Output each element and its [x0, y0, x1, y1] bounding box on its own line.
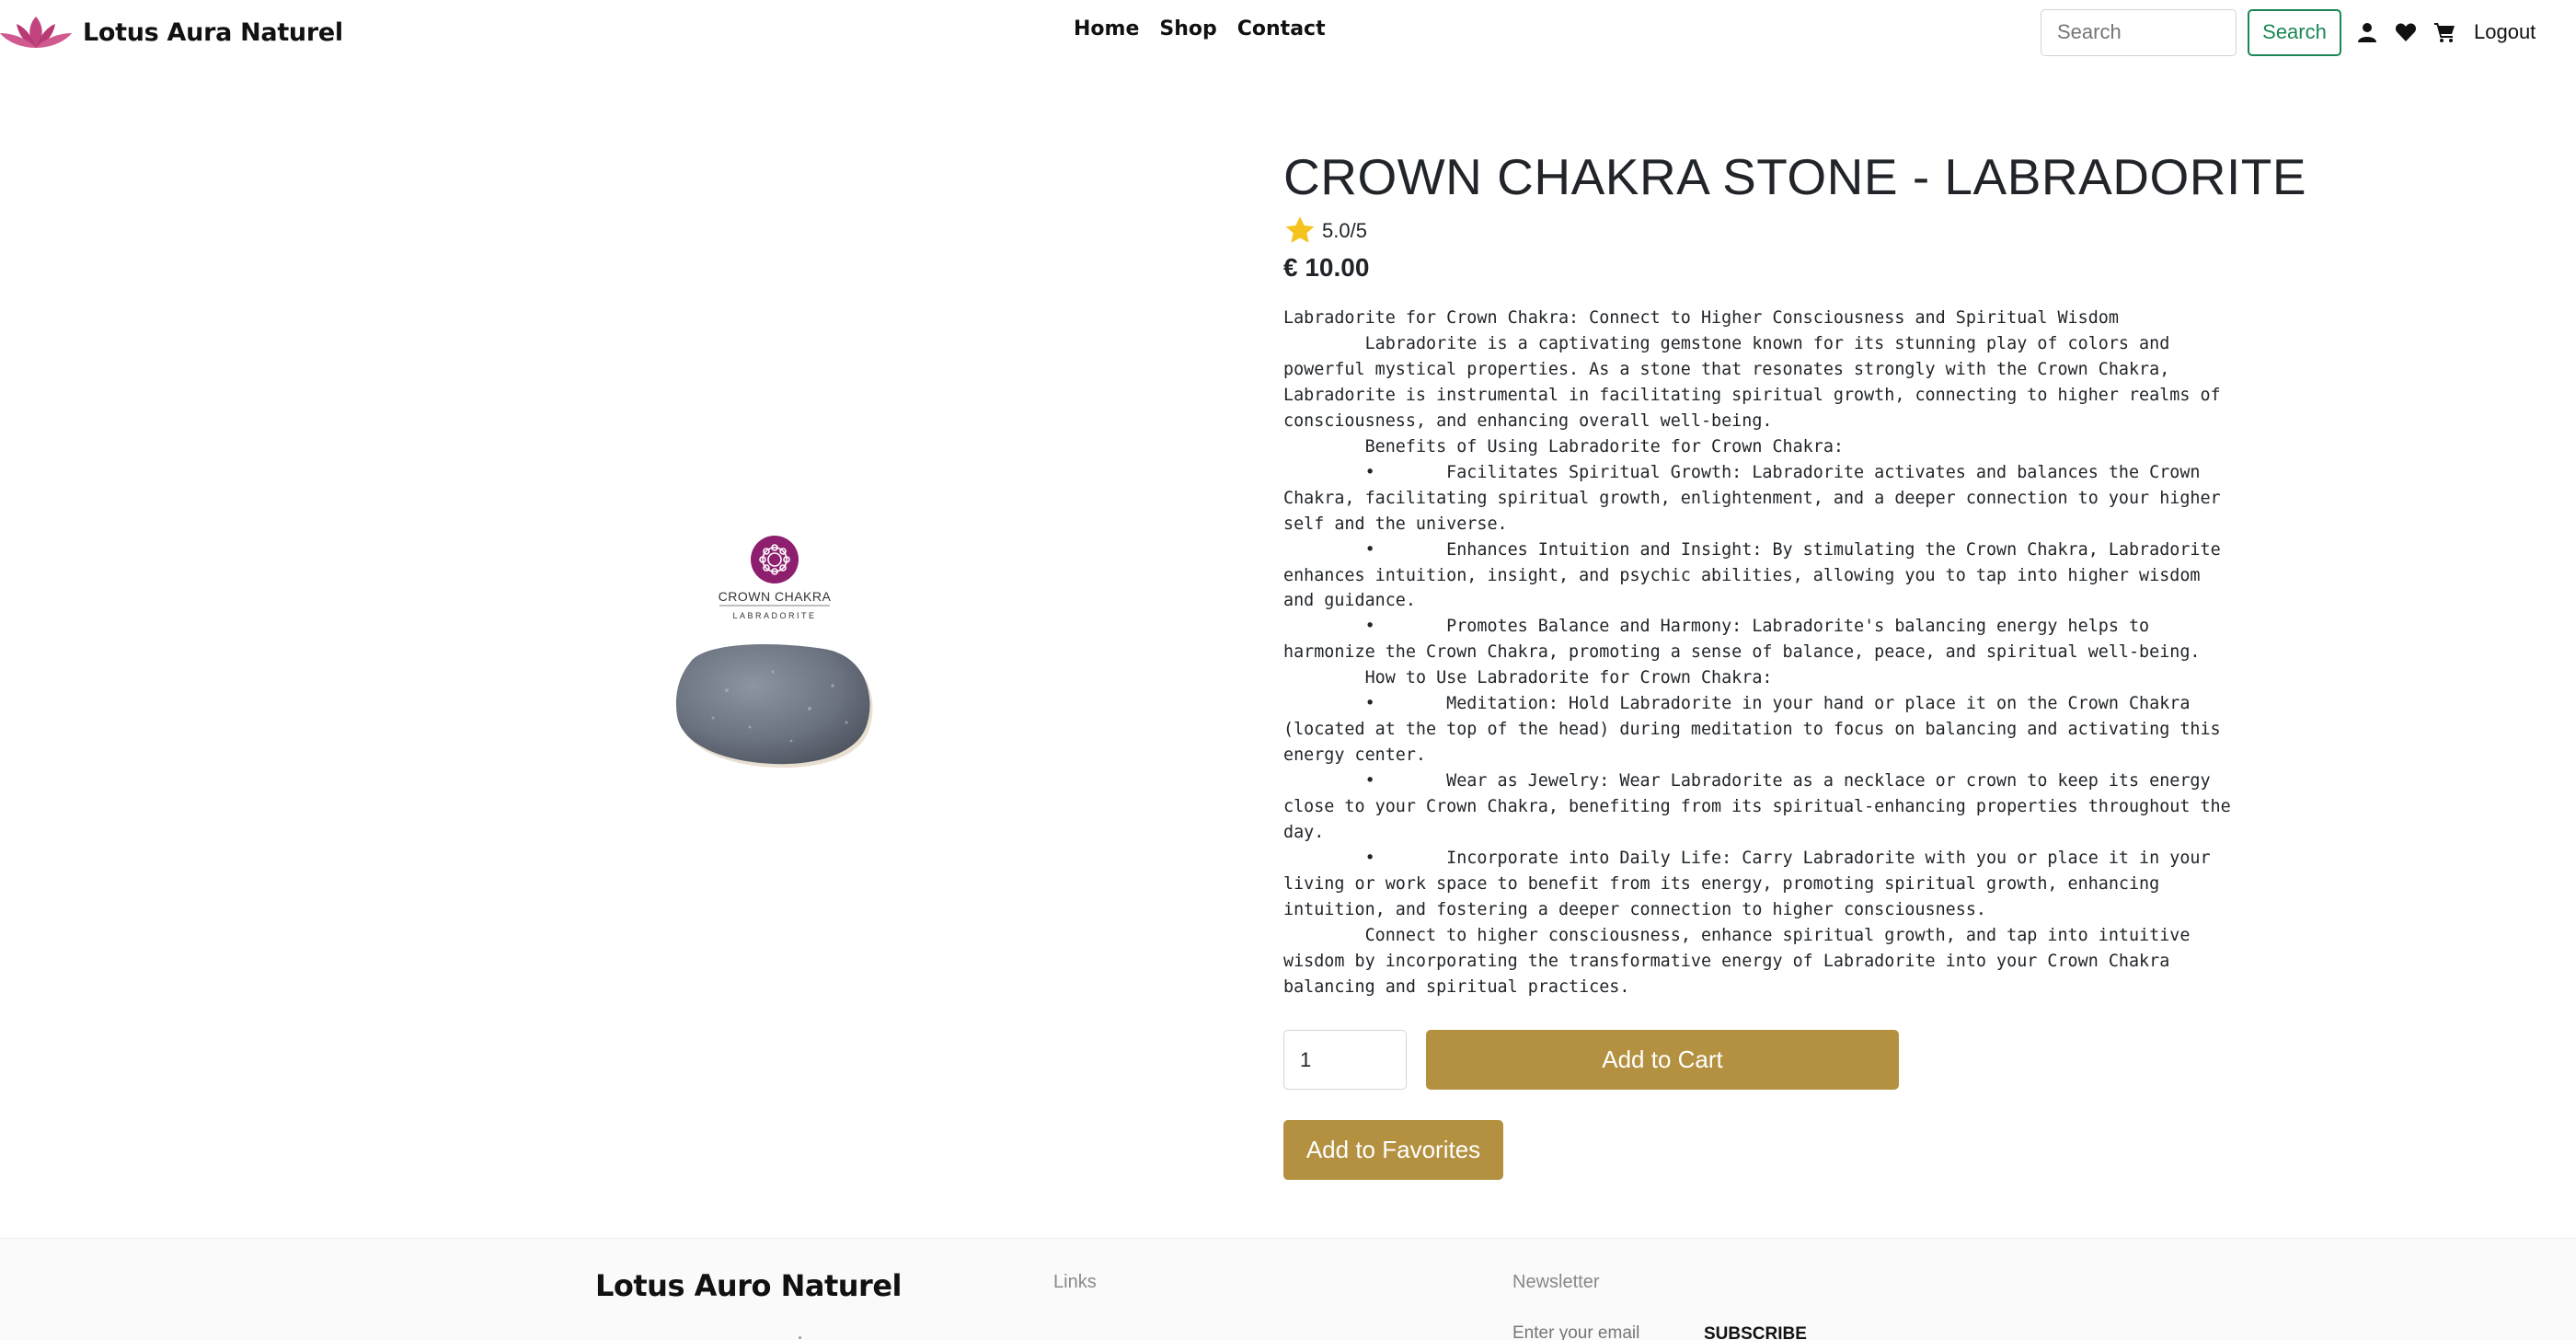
- product-title: CROWN CHAKRA STONE - LABRADORITE: [1283, 148, 2307, 205]
- brand-link[interactable]: Lotus Aura Naturel: [0, 13, 343, 52]
- nav-link-contact[interactable]: Contact: [1237, 17, 1326, 40]
- footer-divider-dot: [799, 1336, 801, 1339]
- crown-chakra-badge-icon: [751, 536, 799, 583]
- add-to-cart-button[interactable]: Add to Cart: [1426, 1030, 1899, 1090]
- nav-link-home[interactable]: Home: [1074, 17, 1139, 40]
- footer-newsletter-heading: Newsletter: [1512, 1272, 1600, 1292]
- user-icon[interactable]: [2354, 19, 2380, 45]
- add-to-favorites-button[interactable]: Add to Favorites: [1283, 1120, 1503, 1180]
- labradorite-stone: [675, 644, 870, 765]
- footer-brand: Lotus Auro Naturel: [595, 1268, 903, 1303]
- lotus-logo-icon: [0, 17, 72, 48]
- badge-title: CROWN CHAKRA: [719, 589, 832, 604]
- nav-link-shop[interactable]: Shop: [1159, 17, 1216, 40]
- rating-value: 5.0/5: [1322, 219, 1367, 242]
- search-button[interactable]: Search: [2248, 8, 2341, 56]
- subscribe-button[interactable]: SUBSCRIBE: [1704, 1324, 1807, 1340]
- newsletter-email-input[interactable]: [1512, 1323, 1696, 1340]
- star-icon: [1285, 216, 1315, 243]
- product-image: CROWN CHAKRA LABRADORITE: [662, 534, 888, 814]
- footer-links-heading: Links: [1053, 1272, 1097, 1292]
- navbar: Lotus Aura Naturel Home Shop Contact Sea…: [0, 0, 2576, 64]
- heart-icon[interactable]: [2393, 19, 2419, 45]
- nav-actions: Search Logout: [2041, 8, 2536, 56]
- badge-subtitle: LABRADORITE: [732, 611, 816, 620]
- brand-name: Lotus Aura Naturel: [83, 17, 343, 47]
- main-nav: Home Shop Contact: [1074, 17, 1326, 40]
- product-rating: 5.0/5: [1283, 214, 1367, 248]
- product-price: € 10.00: [1283, 253, 1370, 282]
- footer: Lotus Auro Naturel Links Newsletter SUBS…: [0, 1238, 2576, 1340]
- search-input[interactable]: [2041, 8, 2237, 56]
- cart-icon[interactable]: [2432, 19, 2457, 45]
- logout-link[interactable]: Logout: [2474, 20, 2536, 44]
- quantity-input[interactable]: [1283, 1030, 1407, 1090]
- product-description: Labradorite for Crown Chakra: Connect to…: [1283, 308, 2231, 997]
